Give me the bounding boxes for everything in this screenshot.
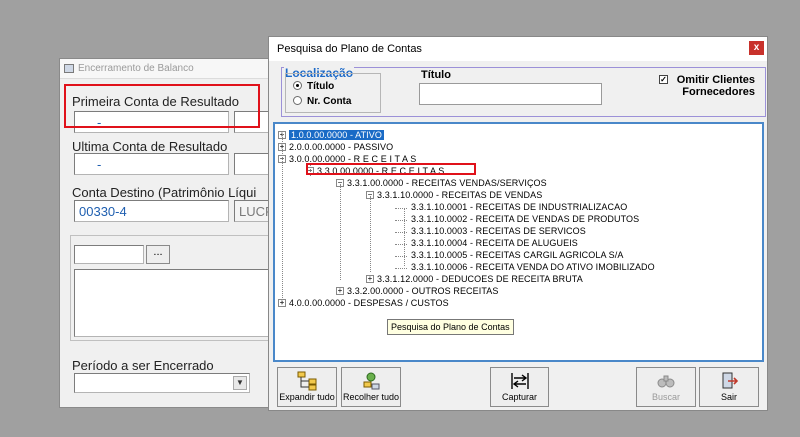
period-label: Período a ser Encerrado [72, 358, 214, 373]
tree-node[interactable]: 1.0.0.00.0000 - ATIVO [289, 130, 384, 140]
tree-connector [395, 208, 407, 209]
tree-connector [370, 196, 371, 272]
browse-button[interactable]: ... [146, 245, 170, 264]
tree-connector [395, 232, 407, 233]
exit-door-icon [722, 372, 739, 389]
chevron-down-icon[interactable]: ▼ [233, 376, 247, 390]
tree-connector [340, 184, 341, 280]
last-account-label: Ultima Conta de Resultado [72, 139, 228, 154]
expand-all-button[interactable]: Expandir tudo [277, 367, 337, 407]
search-button[interactable]: Buscar [636, 367, 696, 407]
balance-closing-window: Encerramento de Balanco Primeira Conta d… [59, 58, 294, 408]
tree-node[interactable]: 3.3.1.12.0000 - DEDUCOES DE RECEITA BRUT… [377, 274, 583, 284]
collapse-all-button[interactable]: Recolher tudo [341, 367, 401, 407]
radio-unchecked-icon [293, 96, 302, 105]
highlight-receitas-node [306, 163, 476, 175]
notes-area[interactable] [74, 269, 290, 337]
radio-title[interactable]: Título [293, 81, 334, 92]
window-titlebar: Encerramento de Balanco [60, 59, 290, 79]
last-account-field[interactable]: - [74, 153, 229, 175]
tree-node[interactable]: 4.0.0.00.0000 - DESPESAS / CUSTOS [289, 298, 449, 308]
accounts-tree[interactable]: +1.0.0.00.0000 - ATIVO +2.0.0.00.0000 - P… [273, 122, 764, 362]
tree-connector [395, 220, 407, 221]
tree-node[interactable]: 3.3.1.10.0003 - RECEITAS DE SERVICOS [411, 226, 586, 236]
filter-field[interactable] [74, 245, 144, 264]
destination-account-field[interactable]: 00330-4 [74, 200, 229, 222]
tree-connector [404, 208, 405, 266]
tooltip: Pesquisa do Plano de Contas [387, 319, 514, 335]
tree-connector [282, 134, 283, 304]
tree-node[interactable]: 3.3.1.10.0004 - RECEITA DE ALUGUEIS [411, 238, 578, 248]
tree-node[interactable]: 3.3.1.10.0002 - RECEITA DE VENDAS DE PRO… [411, 214, 639, 224]
highlight-first-account [64, 84, 260, 128]
window-title: Encerramento de Balanco [78, 63, 194, 74]
destination-account-label: Conta Destino (Patrimônio Líqui [72, 185, 257, 200]
radio-account-number[interactable]: Nr. Conta [293, 96, 351, 107]
tree-node[interactable]: 3.3.1.00.0000 - RECEITAS VENDAS/SERVIÇOS [347, 178, 547, 188]
tree-node[interactable]: 3.3.1.10.0000 - RECEITAS DE VENDAS [377, 190, 542, 200]
tree-connector [395, 268, 407, 269]
expand-tree-icon [297, 371, 317, 391]
dialog-title: Pesquisa do Plano de Contas [277, 43, 422, 55]
period-select[interactable]: ▼ [74, 373, 250, 393]
dialog-titlebar: Pesquisa do Plano de Contas x [269, 37, 767, 61]
exit-button[interactable]: Sair [699, 367, 759, 407]
account-search-dialog: Pesquisa do Plano de Contas x Localizaçã… [268, 36, 768, 411]
capture-arrows-icon [510, 373, 529, 389]
tree-connector [395, 256, 407, 257]
radio-group [285, 73, 381, 113]
title-label: Título [421, 69, 451, 81]
binoculars-icon [657, 375, 675, 388]
omit-clients-checkbox[interactable]: ✓ Omitir Clientes Fornecedores [659, 74, 755, 98]
tree-node[interactable]: 3.3.2.00.0000 - OUTROS RECEITAS [347, 286, 499, 296]
window-icon [64, 64, 74, 73]
radio-checked-icon [293, 81, 302, 90]
collapse-tree-icon [363, 372, 380, 390]
tree-node[interactable]: 3.3.1.10.0001 - RECEITAS DE INDUSTRIALIZ… [411, 202, 627, 212]
capture-button[interactable]: Capturar [490, 367, 549, 407]
close-icon[interactable]: x [749, 41, 764, 55]
tree-node[interactable]: 3.3.1.10.0005 - RECEITAS CARGIL AGRICOLA… [411, 250, 624, 260]
tree-connector [395, 244, 407, 245]
expand-node-icon[interactable]: + [366, 275, 374, 283]
tree-node[interactable]: 3.3.1.10.0006 - RECEITA VENDA DO ATIVO I… [411, 262, 655, 272]
expand-node-icon[interactable]: + [336, 287, 344, 295]
checkbox-checked-icon: ✓ [659, 75, 668, 84]
title-search-input[interactable] [419, 83, 602, 105]
tree-node[interactable]: 2.0.0.00.0000 - PASSIVO [289, 142, 393, 152]
